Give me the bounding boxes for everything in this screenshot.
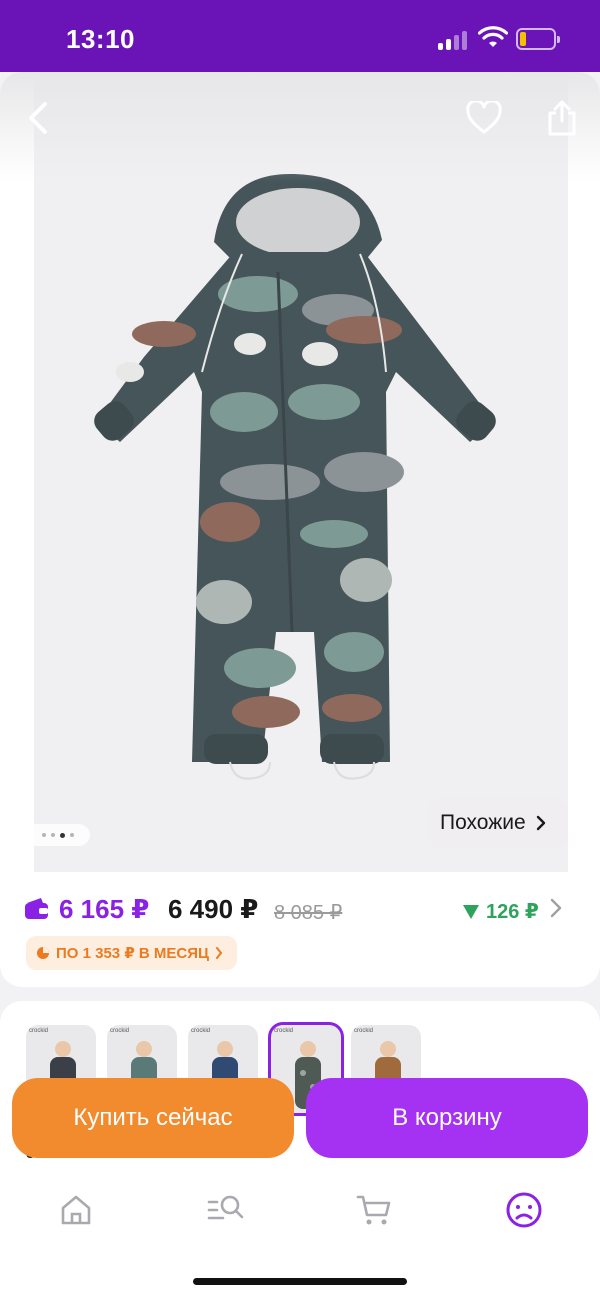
buy-now-button[interactable]: Купить сейчас [12,1078,294,1158]
chevron-right-icon[interactable] [550,898,562,918]
wifi-icon [478,26,508,47]
cart-icon [356,1195,391,1225]
tab-home[interactable] [56,1190,96,1230]
home-icon [61,1195,91,1225]
profile-icon [506,1192,542,1228]
status-bar: 13:10 [0,0,600,72]
wallet-icon [25,898,48,919]
jumpsuit-illustration [94,173,496,780]
tab-catalog[interactable] [206,1190,246,1230]
home-indicator [193,1278,407,1285]
similar-button[interactable]: Похожие [428,798,568,848]
cashback-badge[interactable]: 126 ₽ [462,899,539,924]
product-image [34,72,568,872]
add-to-cart-button[interactable]: В корзину [306,1078,588,1158]
tab-cart[interactable] [354,1190,394,1230]
chevron-left-icon [29,102,47,134]
card-price: 6 165 ₽ [59,894,150,924]
price-section: 6 165 ₽ 6 490 ₽ 8 085 ₽ 126 ₽ ПО 1 353 ₽… [0,872,600,987]
pie-chart-icon [37,947,49,959]
product-gallery[interactable]: Похожие [0,72,600,872]
back-button[interactable] [16,96,60,140]
cashback-value: 126 ₽ [486,901,539,923]
similar-label: Похожие [440,811,526,834]
heart-icon [466,101,502,134]
catalog-search-icon [207,1195,244,1220]
installment-label: ПО 1 353 ₽ В МЕСЯЦ [56,945,209,962]
signal-icon [438,30,468,50]
installment-badge[interactable]: ПО 1 353 ₽ В МЕСЯЦ [26,936,237,970]
chevron-right-icon [536,815,545,831]
share-button[interactable] [540,96,584,140]
bottom-tab-bar [0,1170,600,1297]
regular-price: 6 490 ₽ [168,894,259,924]
share-icon [548,100,576,136]
triangle-down-icon [463,904,479,919]
status-time: 13:10 [66,24,135,54]
tab-profile[interactable] [504,1190,544,1230]
favorite-button[interactable] [462,96,506,140]
old-price: 8 085 ₽ [274,902,343,924]
battery-icon [516,28,560,50]
chevron-right-icon [216,947,223,959]
gallery-pagination [26,824,90,846]
